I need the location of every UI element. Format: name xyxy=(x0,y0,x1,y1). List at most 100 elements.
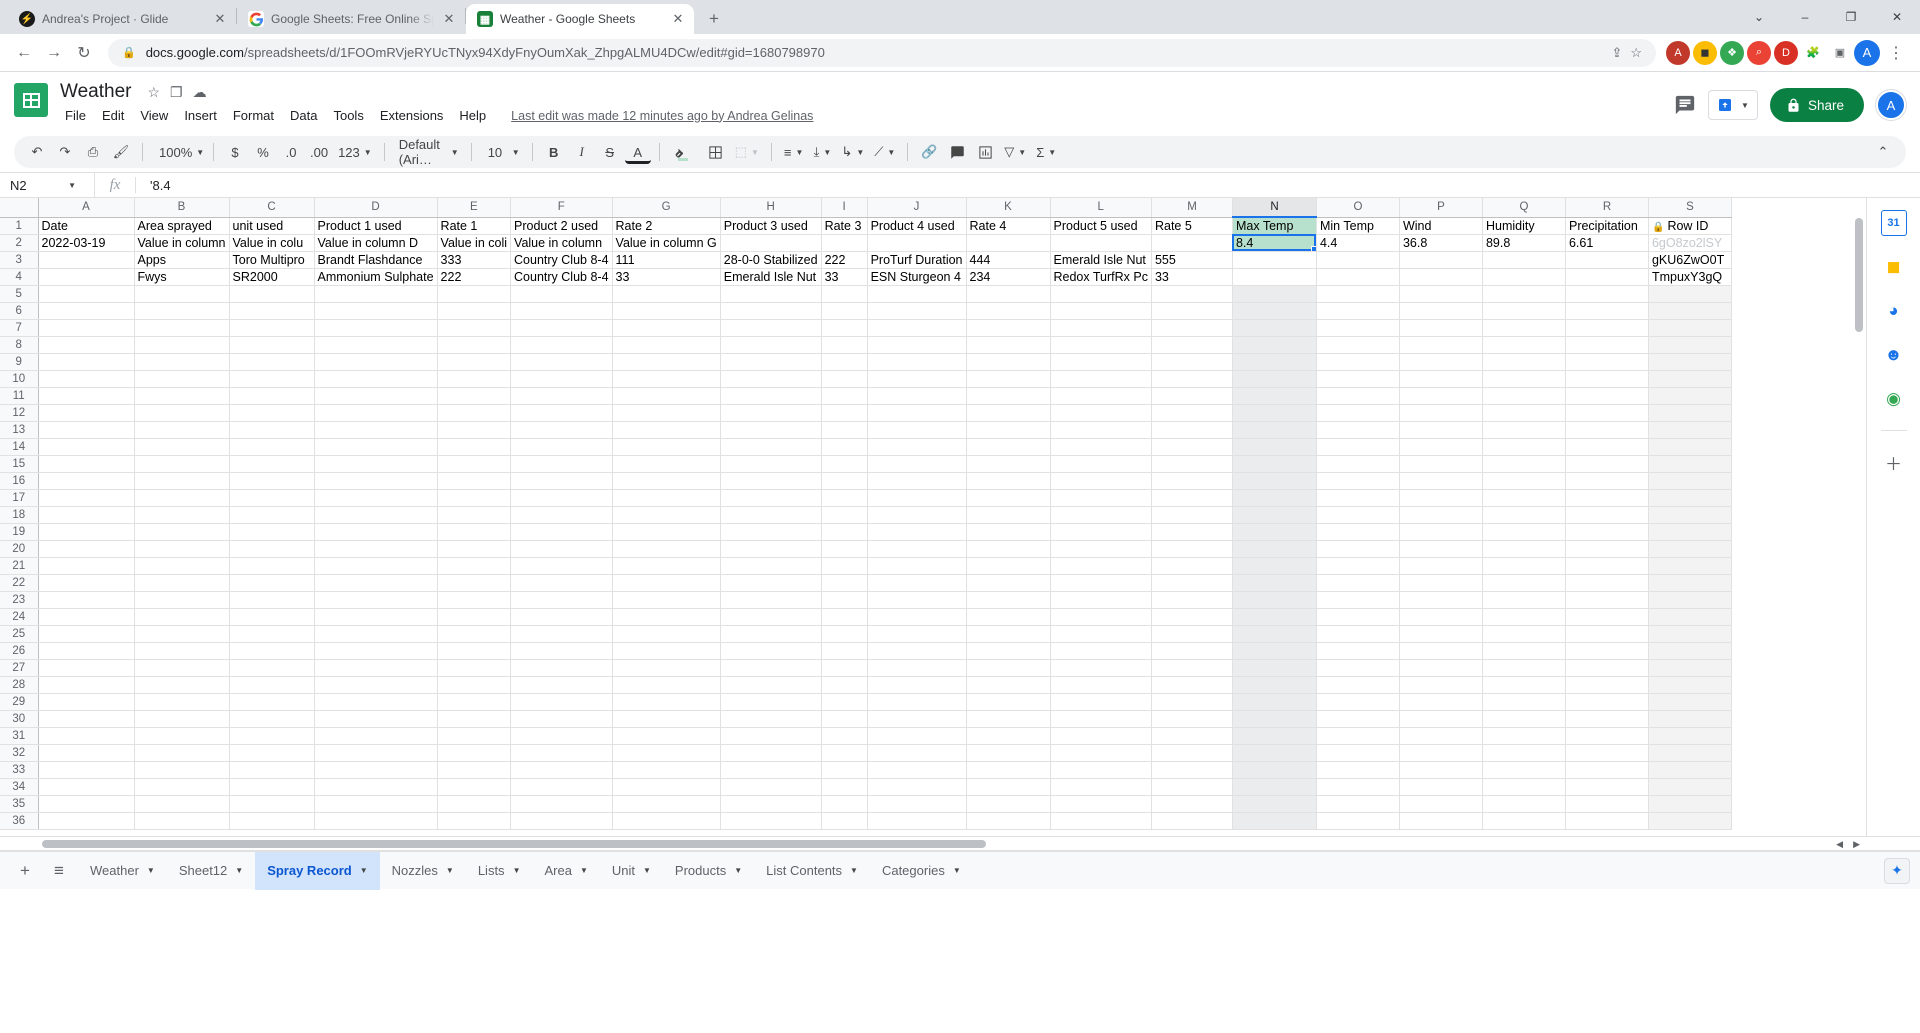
cell-C15[interactable] xyxy=(229,455,315,473)
cell-R4[interactable] xyxy=(1565,268,1649,286)
cell-E3[interactable]: 333 xyxy=(437,251,512,269)
cell-R30[interactable] xyxy=(1565,710,1649,728)
column-header-q[interactable]: Q xyxy=(1482,198,1566,218)
cell-S36[interactable] xyxy=(1648,812,1732,830)
cell-G8[interactable] xyxy=(612,336,721,354)
cell-F13[interactable] xyxy=(510,421,613,439)
cell-B10[interactable] xyxy=(134,370,230,388)
cell-K31[interactable] xyxy=(966,727,1051,745)
cell-N29[interactable] xyxy=(1232,693,1317,711)
cell-J17[interactable] xyxy=(867,489,967,507)
cell-A8[interactable] xyxy=(38,336,135,354)
cell-S23[interactable] xyxy=(1648,591,1732,609)
cell-B9[interactable] xyxy=(134,353,230,371)
chevron-down-icon[interactable]: ▼ xyxy=(147,866,155,875)
cell-P36[interactable] xyxy=(1399,812,1483,830)
cell-P21[interactable] xyxy=(1399,557,1483,575)
cell-A5[interactable] xyxy=(38,285,135,303)
cell-S2[interactable]: 6gO8zo2lSY xyxy=(1648,234,1732,252)
cell-L33[interactable] xyxy=(1050,761,1152,779)
cell-F31[interactable] xyxy=(510,727,613,745)
cell-B3[interactable]: Apps xyxy=(134,251,230,269)
cell-I18[interactable] xyxy=(821,506,868,524)
cell-O4[interactable] xyxy=(1316,268,1400,286)
cell-I29[interactable] xyxy=(821,693,868,711)
cell-N22[interactable] xyxy=(1232,574,1317,592)
cell-P10[interactable] xyxy=(1399,370,1483,388)
cell-D15[interactable] xyxy=(314,455,438,473)
cell-J13[interactable] xyxy=(867,421,967,439)
row-header-33[interactable]: 33 xyxy=(0,761,39,779)
cell-M27[interactable] xyxy=(1151,659,1233,677)
insert-link-icon[interactable]: 🔗 xyxy=(916,139,942,165)
cell-N17[interactable] xyxy=(1232,489,1317,507)
cell-P8[interactable] xyxy=(1399,336,1483,354)
cell-Q26[interactable] xyxy=(1482,642,1566,660)
cell-R5[interactable] xyxy=(1565,285,1649,303)
cell-H4[interactable]: Emerald Isle Nut xyxy=(720,268,822,286)
cell-N35[interactable] xyxy=(1232,795,1317,813)
cell-I28[interactable] xyxy=(821,676,868,694)
cell-O2[interactable]: 4.4 xyxy=(1316,234,1400,252)
cell-D11[interactable] xyxy=(314,387,438,405)
borders-icon[interactable] xyxy=(703,139,729,165)
cell-L14[interactable] xyxy=(1050,438,1152,456)
cell-J31[interactable] xyxy=(867,727,967,745)
cell-G15[interactable] xyxy=(612,455,721,473)
cell-B35[interactable] xyxy=(134,795,230,813)
row-header-7[interactable]: 7 xyxy=(0,319,39,337)
cell-R19[interactable] xyxy=(1565,523,1649,541)
cell-L29[interactable] xyxy=(1050,693,1152,711)
google-maps-icon[interactable]: ◉ xyxy=(1881,386,1907,412)
cell-D30[interactable] xyxy=(314,710,438,728)
cell-A11[interactable] xyxy=(38,387,135,405)
cell-O3[interactable] xyxy=(1316,251,1400,269)
cell-M31[interactable] xyxy=(1151,727,1233,745)
menu-view[interactable]: View xyxy=(133,106,175,125)
cell-J29[interactable] xyxy=(867,693,967,711)
horizontal-align-icon[interactable]: ≡ ▼ xyxy=(780,139,808,165)
cell-C24[interactable] xyxy=(229,608,315,626)
cell-L6[interactable] xyxy=(1050,302,1152,320)
cell-D33[interactable] xyxy=(314,761,438,779)
cell-B13[interactable] xyxy=(134,421,230,439)
cell-H2[interactable] xyxy=(720,234,822,252)
cell-H26[interactable] xyxy=(720,642,822,660)
cell-K5[interactable] xyxy=(966,285,1051,303)
cell-F27[interactable] xyxy=(510,659,613,677)
cell-O24[interactable] xyxy=(1316,608,1400,626)
cell-S11[interactable] xyxy=(1648,387,1732,405)
cell-B25[interactable] xyxy=(134,625,230,643)
move-to-folder-icon[interactable]: ❐ xyxy=(170,84,183,101)
row-header-13[interactable]: 13 xyxy=(0,421,39,439)
cell-E32[interactable] xyxy=(437,744,512,762)
cell-J33[interactable] xyxy=(867,761,967,779)
sheet-table[interactable]: ABCDEFGHIJKLMNOPQRS 1 Date Area sprayed uni… xyxy=(0,198,1732,830)
cell-F36[interactable] xyxy=(510,812,613,830)
insert-comment-icon[interactable] xyxy=(944,139,970,165)
cell-Q27[interactable] xyxy=(1482,659,1566,677)
cell-K21[interactable] xyxy=(966,557,1051,575)
cell-D1[interactable]: Product 1 used xyxy=(314,217,438,235)
cell-N8[interactable] xyxy=(1232,336,1317,354)
cell-S33[interactable] xyxy=(1648,761,1732,779)
cell-G13[interactable] xyxy=(612,421,721,439)
cell-A32[interactable] xyxy=(38,744,135,762)
cell-F19[interactable] xyxy=(510,523,613,541)
cell-P22[interactable] xyxy=(1399,574,1483,592)
cell-G21[interactable] xyxy=(612,557,721,575)
sheet-tab-sheet12[interactable]: Sheet12 ▼ xyxy=(167,852,255,890)
cell-H31[interactable] xyxy=(720,727,822,745)
reload-icon[interactable]: ↻ xyxy=(70,39,98,67)
cell-B4[interactable]: Fwys xyxy=(134,268,230,286)
cell-D28[interactable] xyxy=(314,676,438,694)
cell-R16[interactable] xyxy=(1565,472,1649,490)
cell-R35[interactable] xyxy=(1565,795,1649,813)
cell-R17[interactable] xyxy=(1565,489,1649,507)
cell-B2[interactable]: Value in column xyxy=(134,234,230,252)
cell-G2[interactable]: Value in column G xyxy=(612,234,721,252)
cell-D21[interactable] xyxy=(314,557,438,575)
cell-G18[interactable] xyxy=(612,506,721,524)
cell-Q9[interactable] xyxy=(1482,353,1566,371)
horizontal-scrollbar[interactable]: ◀ ▶ xyxy=(0,837,1920,851)
